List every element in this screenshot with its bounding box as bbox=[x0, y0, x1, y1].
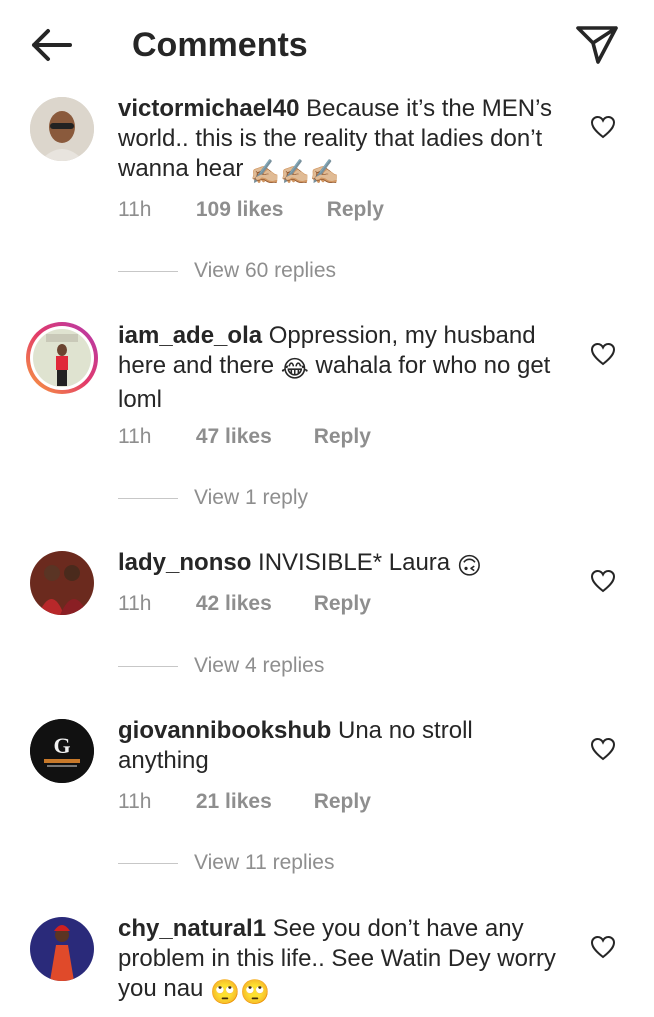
view-replies-label[interactable]: View 4 replies bbox=[194, 654, 324, 677]
view-replies-label[interactable]: View 1 reply bbox=[194, 486, 308, 509]
avatar[interactable] bbox=[26, 322, 98, 394]
timestamp: 11h bbox=[118, 790, 152, 813]
avatar[interactable] bbox=[30, 917, 94, 981]
comment-meta: 11h 21 likes Reply bbox=[118, 789, 371, 815]
view-replies-label[interactable]: View 11 replies bbox=[194, 851, 334, 874]
comment-text: chy_natural1 See you don’t have any prob… bbox=[118, 914, 568, 1008]
likes-count[interactable]: 47 likes bbox=[196, 424, 308, 450]
username[interactable]: victormichael40 bbox=[118, 95, 299, 122]
avatar-image bbox=[30, 326, 94, 390]
comment-meta: 11h 109 likes Reply bbox=[118, 197, 384, 223]
heart-icon[interactable] bbox=[590, 935, 616, 959]
back-arrow-icon[interactable] bbox=[28, 26, 74, 64]
page-title: Comments bbox=[132, 26, 308, 64]
view-replies[interactable]: View 11 replies bbox=[118, 850, 334, 876]
heart-icon[interactable] bbox=[590, 115, 616, 139]
writing-hand-emoji: ✍🏼✍🏼✍🏼 bbox=[250, 159, 340, 186]
upside-down-face-emoji: 🙃 bbox=[456, 553, 482, 580]
avatar[interactable] bbox=[30, 551, 94, 615]
replies-divider bbox=[118, 665, 178, 667]
heart-icon[interactable] bbox=[590, 569, 616, 593]
reply-button[interactable]: Reply bbox=[314, 789, 371, 815]
likes-count[interactable]: 109 likes bbox=[196, 197, 321, 223]
view-replies[interactable]: View 60 replies bbox=[118, 258, 336, 284]
avatar-image bbox=[30, 551, 94, 615]
username[interactable]: iam_ade_ola bbox=[118, 322, 262, 349]
replies-divider bbox=[118, 862, 178, 864]
likes-count[interactable]: 21 likes bbox=[196, 789, 308, 815]
reply-button[interactable]: Reply bbox=[314, 424, 371, 450]
username[interactable]: lady_nonso bbox=[118, 549, 251, 576]
reply-button[interactable]: Reply bbox=[327, 197, 384, 223]
comment-text: giovannibookshub Una no stroll anything bbox=[118, 716, 568, 776]
avatar[interactable]: G bbox=[30, 719, 94, 783]
comment-text: lady_nonso INVISIBLE* Laura 🙃 bbox=[118, 548, 568, 582]
laughing-emoji: 😂 bbox=[280, 356, 309, 383]
header: Comments bbox=[0, 0, 654, 90]
username[interactable]: giovannibookshub bbox=[118, 717, 331, 744]
heart-icon[interactable] bbox=[590, 342, 616, 366]
username[interactable]: chy_natural1 bbox=[118, 915, 266, 942]
comment-text: iam_ade_ola Oppression, my husband here … bbox=[118, 321, 568, 415]
timestamp: 11h bbox=[118, 592, 152, 615]
view-replies[interactable]: View 1 reply bbox=[118, 485, 308, 511]
comment-meta: 11h 42 likes Reply bbox=[118, 591, 371, 617]
replies-divider bbox=[118, 270, 178, 272]
heart-icon[interactable] bbox=[590, 737, 616, 761]
timestamp: 11h bbox=[118, 198, 152, 221]
replies-divider bbox=[118, 497, 178, 499]
view-replies[interactable]: View 4 replies bbox=[118, 653, 324, 679]
reply-button[interactable]: Reply bbox=[314, 591, 371, 617]
eye-roll-emoji: 🙄🙄 bbox=[210, 979, 270, 1006]
send-icon[interactable] bbox=[574, 24, 620, 66]
likes-count[interactable]: 42 likes bbox=[196, 591, 308, 617]
timestamp: 11h bbox=[118, 425, 152, 448]
logo-avatar-image: G bbox=[30, 719, 94, 783]
avatar-image bbox=[30, 917, 94, 981]
avatar[interactable] bbox=[30, 97, 94, 161]
svg-text:G: G bbox=[53, 733, 70, 758]
avatar-image bbox=[30, 97, 94, 161]
comment-body: INVISIBLE* Laura bbox=[258, 549, 451, 576]
comment-text: victormichael40 Because it’s the MEN’s w… bbox=[118, 94, 568, 188]
view-replies-label[interactable]: View 60 replies bbox=[194, 259, 336, 282]
comment-meta: 11h 47 likes Reply bbox=[118, 424, 371, 450]
